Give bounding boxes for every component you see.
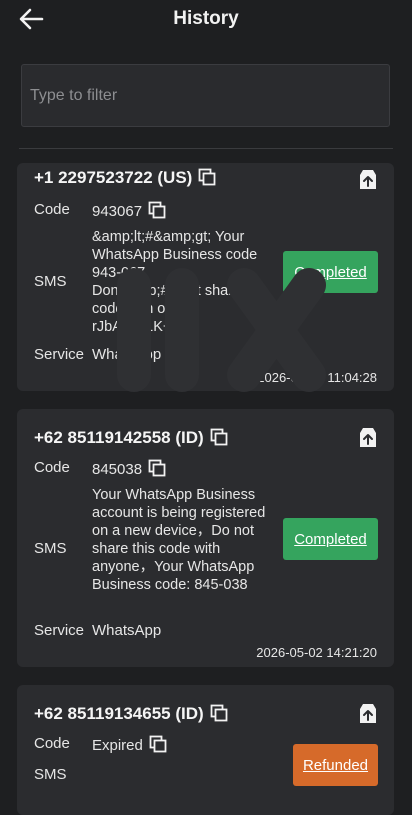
status-completed-button[interactable]: Completed — [283, 518, 378, 560]
code-text: 845038 — [92, 461, 143, 478]
sms-label: SMS — [34, 540, 67, 557]
status-refunded-button[interactable]: Refunded — [293, 744, 378, 786]
status-completed-button[interactable]: Completed — [283, 251, 378, 293]
app-header: History — [0, 0, 412, 40]
export-icon[interactable] — [356, 426, 380, 450]
copy-icon[interactable] — [148, 459, 166, 477]
code-text: Expired — [92, 737, 143, 754]
timestamp: 2026-05-02 14:21:20 — [256, 645, 377, 660]
export-icon[interactable] — [356, 168, 380, 192]
history-card: +1 2297523722 (US) Code 943067 &amp;lt;#… — [17, 163, 394, 391]
timestamp: 2026-05-07 11:04:28 — [257, 370, 377, 385]
code-label: Code — [34, 459, 70, 476]
copy-icon[interactable] — [210, 704, 228, 722]
sms-label: SMS — [34, 273, 67, 290]
copy-icon[interactable] — [210, 428, 228, 446]
code-text: 943067 — [92, 203, 143, 220]
code-label: Code — [34, 735, 70, 752]
service-value: WhatsApp — [92, 346, 162, 363]
export-icon[interactable] — [356, 702, 380, 726]
copy-icon[interactable] — [149, 735, 167, 753]
service-value: WhatsApp — [92, 622, 162, 639]
divider — [19, 148, 393, 149]
sms-label: SMS — [34, 766, 67, 783]
service-label: Service — [34, 622, 85, 639]
phone-number: +62 85119142558 (ID) — [34, 428, 228, 448]
phone-number-text: +62 85119134655 (ID) — [34, 704, 204, 723]
service-label: Service — [34, 346, 85, 363]
copy-icon[interactable] — [148, 201, 166, 219]
filter-box — [21, 64, 390, 127]
phone-number: +62 85119134655 (ID) — [34, 704, 228, 724]
sms-text: Your WhatsApp Business account is being … — [92, 487, 270, 593]
phone-number-text: +1 2297523722 (US) — [34, 168, 193, 187]
copy-icon[interactable] — [198, 168, 216, 186]
code-value: Expired — [92, 735, 167, 754]
code-value: 943067 — [92, 201, 166, 220]
filter-input[interactable] — [22, 65, 389, 126]
code-value: 845038 — [92, 459, 166, 478]
history-card: +62 85119142558 (ID) Code 845038 Your Wh… — [17, 409, 394, 667]
phone-number: +1 2297523722 (US) — [34, 168, 216, 188]
page-title: History — [173, 8, 239, 29]
phone-number-text: +62 85119142558 (ID) — [34, 428, 204, 447]
history-card: +62 85119134655 (ID) Code Expired SMS Re… — [17, 685, 394, 815]
code-label: Code — [34, 201, 70, 218]
sms-text: &amp;lt;#&amp;gt; Your WhatsApp Business… — [92, 229, 268, 335]
